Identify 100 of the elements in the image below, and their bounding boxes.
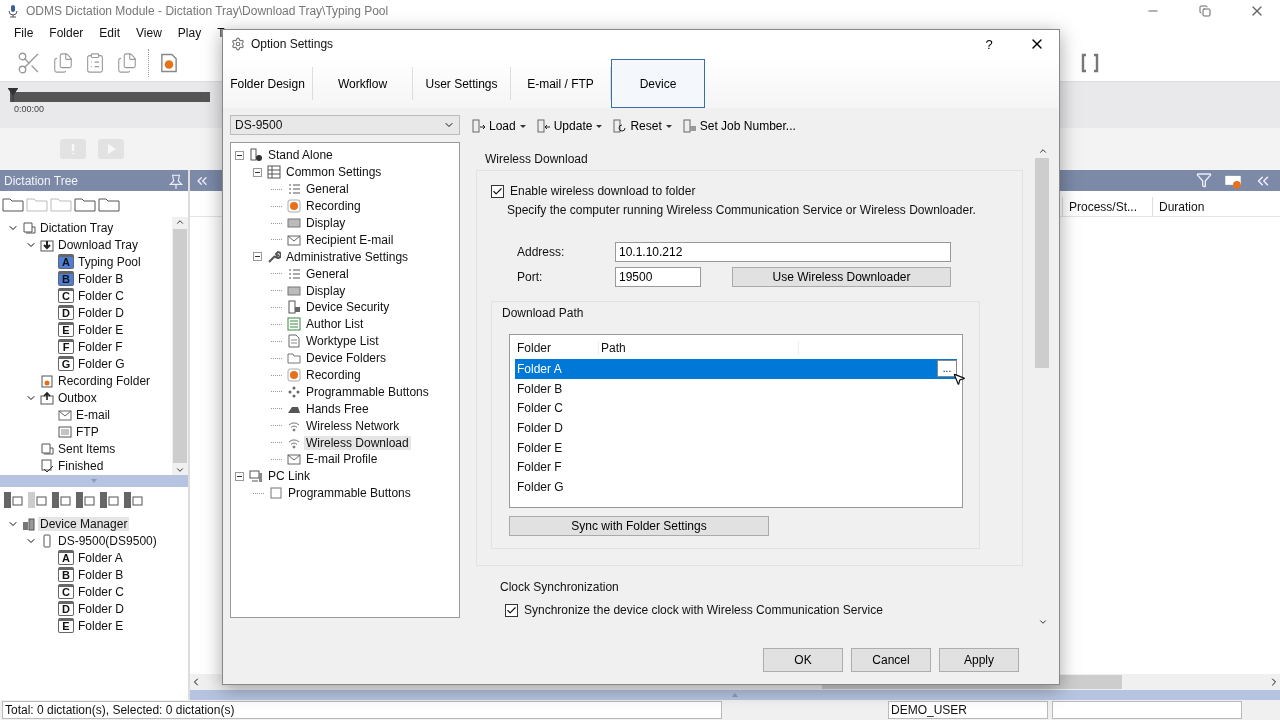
- settings-tree-item[interactable]: Display: [304, 216, 348, 230]
- settings-tree-item[interactable]: Display: [304, 283, 348, 298]
- playhead-icon[interactable]: [8, 88, 18, 102]
- table-row[interactable]: Folder G: [515, 477, 957, 497]
- bracket-icon[interactable]: [1080, 52, 1100, 73]
- tree-item[interactable]: Folder B: [76, 567, 126, 582]
- settings-tree-item[interactable]: Wireless Network: [304, 418, 402, 433]
- table-row[interactable]: Folder B: [515, 378, 957, 399]
- tab[interactable]: Folder Design: [223, 67, 313, 100]
- settings-tree-item[interactable]: Worktype List: [304, 334, 381, 349]
- settings-tree-item[interactable]: Hands Free: [304, 401, 371, 416]
- menu-item[interactable]: Play: [169, 26, 210, 40]
- column-header[interactable]: Duration: [1152, 197, 1272, 216]
- device-undo-icon[interactable]: [26, 491, 48, 509]
- device-connect-icon[interactable]: [50, 491, 72, 509]
- tree-item[interactable]: FTP: [74, 424, 101, 439]
- settings-tree-item[interactable]: General: [304, 182, 351, 197]
- tree-item[interactable]: Device Manager: [38, 516, 130, 531]
- table-row[interactable]: Folder C: [515, 398, 957, 419]
- tree-item[interactable]: E-mail: [74, 407, 112, 422]
- collapse-box-icon[interactable]: [253, 252, 262, 262]
- tree-item[interactable]: Folder D: [76, 601, 126, 616]
- settings-tree-item[interactable]: Recording: [304, 199, 363, 214]
- tree-item[interactable]: Folder F: [76, 339, 125, 354]
- use-downloader-button[interactable]: Use Wireless Downloader: [732, 266, 951, 287]
- settings-tree-item[interactable]: Recording: [304, 368, 363, 382]
- collapse-box-icon[interactable]: [235, 150, 244, 160]
- menu-item[interactable]: Edit: [91, 26, 129, 40]
- timeline-track[interactable]: [10, 92, 210, 102]
- tree-item[interactable]: Dictation Tray: [38, 220, 116, 235]
- device-import-icon[interactable]: [2, 491, 24, 509]
- toolbar-button[interactable]: Update: [534, 119, 606, 133]
- tree-item[interactable]: Folder A: [76, 550, 125, 565]
- scroll-down-icon[interactable]: [1038, 617, 1048, 627]
- filter-icon[interactable]: [1196, 171, 1212, 188]
- table-row[interactable]: Folder A ...: [515, 359, 957, 379]
- tree-item[interactable]: Typing Pool: [76, 254, 143, 269]
- settings-tree-item[interactable]: Common Settings: [284, 165, 384, 180]
- tree-item[interactable]: Outbox: [56, 390, 99, 405]
- scroll-down-icon[interactable]: [175, 465, 185, 475]
- paste-icon[interactable]: [84, 51, 106, 74]
- copy-icon[interactable]: [52, 51, 74, 74]
- scroll-up-icon[interactable]: [175, 217, 185, 227]
- tree-item[interactable]: Folder D: [76, 305, 126, 320]
- table-row[interactable]: Folder F: [515, 457, 957, 478]
- address-field[interactable]: 10.1.10.212: [615, 241, 951, 262]
- tab[interactable]: Device: [611, 59, 705, 108]
- tab[interactable]: User Settings: [413, 67, 511, 100]
- toolbar-button[interactable]: Load: [470, 119, 529, 133]
- tree-item[interactable]: DS-9500(DS9500): [56, 533, 159, 548]
- settings-tree-item[interactable]: Administrative Settings: [284, 249, 411, 264]
- settings-tree-item[interactable]: Device Security: [304, 300, 392, 315]
- dialog-button[interactable]: OK: [763, 648, 843, 672]
- settings-tree-item[interactable]: Device Folders: [304, 351, 389, 366]
- settings-tree-item[interactable]: PC Link: [266, 469, 313, 484]
- settings-tree-item[interactable]: Author List: [304, 317, 366, 332]
- toolbar-button[interactable]: Reset: [611, 119, 675, 133]
- checkbox[interactable]: [505, 603, 518, 617]
- settings-tree-item[interactable]: Wireless Download: [304, 435, 411, 450]
- dialog-button[interactable]: Apply: [939, 648, 1019, 672]
- tab[interactable]: Workflow: [313, 67, 413, 100]
- tree-item[interactable]: Download Tray: [56, 237, 141, 252]
- tree-item[interactable]: Finished: [56, 458, 106, 473]
- device-settings-icon[interactable]: [122, 491, 144, 509]
- tree-item[interactable]: Folder E: [76, 322, 126, 337]
- menu-item[interactable]: File: [6, 26, 42, 40]
- menu-item[interactable]: Folder: [41, 26, 92, 40]
- tree-item[interactable]: Folder E: [76, 618, 126, 633]
- folder-settings-icon[interactable]: [98, 196, 120, 212]
- new-folder-icon[interactable]: [2, 196, 24, 212]
- settings-tree-item[interactable]: Recipient E-mail: [304, 232, 396, 247]
- column-header[interactable]: Folder: [515, 341, 599, 355]
- collapse-box-icon[interactable]: [235, 471, 244, 481]
- port-field[interactable]: 19500: [615, 266, 701, 287]
- browse-button[interactable]: ...: [937, 360, 957, 378]
- device-select[interactable]: DS-9500: [230, 115, 460, 135]
- tree-item[interactable]: Recording Folder: [56, 373, 153, 388]
- tree-item[interactable]: Folder C: [76, 288, 126, 303]
- scroll-up-icon[interactable]: [1038, 146, 1048, 156]
- column-header[interactable]: Process/St...: [1062, 197, 1152, 216]
- scrollbar[interactable]: [172, 217, 188, 475]
- sync-button[interactable]: Sync with Folder Settings: [509, 516, 769, 536]
- settings-tree-item[interactable]: Programmable Buttons: [304, 384, 431, 399]
- settings-tree-item[interactable]: Programmable Buttons: [286, 486, 413, 501]
- checkbox[interactable]: [491, 184, 504, 198]
- column-header[interactable]: Path: [599, 341, 799, 355]
- remove-folder-icon[interactable]: [74, 196, 96, 212]
- settings-tree-item[interactable]: E-mail Profile: [304, 452, 380, 467]
- settings-tree-item[interactable]: Stand Alone: [266, 148, 335, 163]
- document-icon[interactable]: [116, 51, 138, 74]
- table-row[interactable]: Folder E: [515, 437, 957, 458]
- tree-item[interactable]: Folder G: [76, 356, 127, 371]
- tree-item[interactable]: Sent Items: [56, 441, 118, 456]
- toolbar-button[interactable]: Set Job Number...: [680, 119, 798, 133]
- tree-item[interactable]: Folder B: [76, 271, 126, 286]
- help-button[interactable]: ?: [969, 35, 1009, 53]
- dialog-button[interactable]: Cancel: [851, 648, 931, 672]
- tree-item[interactable]: Folder C: [76, 584, 126, 599]
- table-row[interactable]: Folder D: [515, 418, 957, 438]
- menu-item[interactable]: View: [128, 26, 170, 40]
